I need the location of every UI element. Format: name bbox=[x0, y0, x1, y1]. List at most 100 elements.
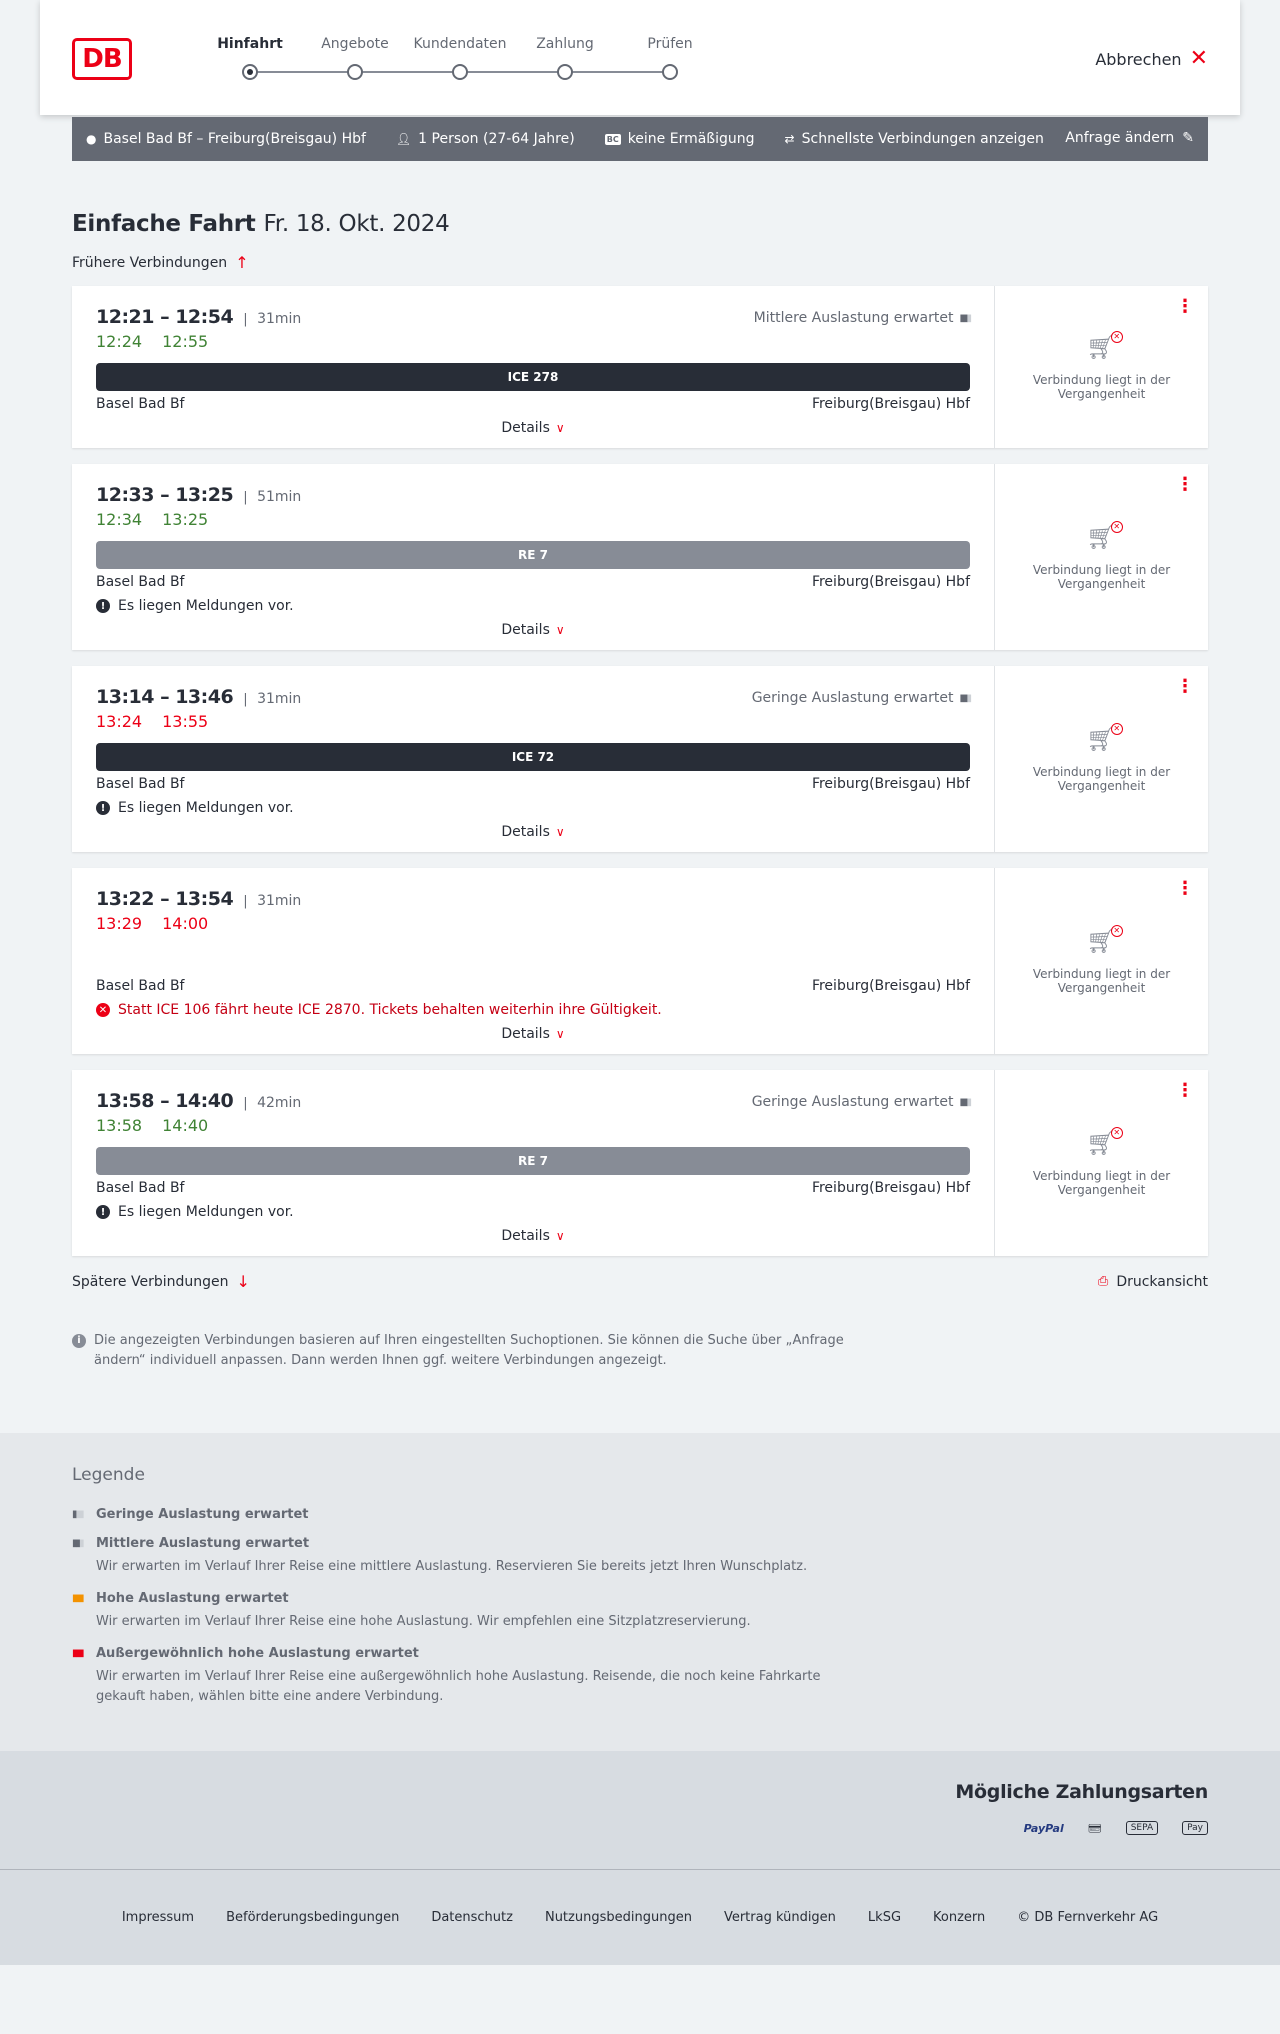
earlier-connections-label: Frühere Verbindungen bbox=[72, 254, 228, 271]
planned-time-range: 12:33 – 13:25 bbox=[96, 484, 234, 506]
more-options-icon[interactable]: ⋮ bbox=[1176, 476, 1194, 494]
occupancy-icon: ▮▮▮ bbox=[959, 692, 971, 704]
footer-links: Impressum Beförderungsbedingungen Datensch… bbox=[0, 1869, 1280, 1965]
realtime-departure: 13:58 bbox=[96, 1116, 143, 1135]
realtime-times: 13:29 14:00 bbox=[96, 914, 970, 933]
more-options-icon[interactable]: ⋮ bbox=[1176, 880, 1194, 898]
payment-methods-title: Mögliche Zahlungsarten bbox=[955, 1781, 1208, 1803]
legend-description: Wir erwarten im Verlauf Ihrer Reise eine… bbox=[96, 1559, 808, 1574]
footer-link[interactable]: Beförderungsbedingungen bbox=[226, 1910, 399, 1925]
print-view-link[interactable]: ⎙ Druckansicht bbox=[1098, 1274, 1208, 1290]
earlier-connections-link[interactable]: Frühere Verbindungen ↑ bbox=[72, 253, 1208, 272]
location-pin-icon: ● bbox=[86, 132, 97, 146]
cross-icon: ✕ bbox=[1110, 925, 1123, 937]
duration: 31min bbox=[257, 893, 302, 909]
footer-link[interactable]: Konzern bbox=[933, 1910, 985, 1925]
swap-arrows-icon: ⇄ bbox=[784, 132, 795, 146]
legend-label: Geringe Auslastung erwartet bbox=[96, 1507, 309, 1522]
details-label: Details bbox=[501, 824, 550, 840]
planned-time-range: 12:21 – 12:54 bbox=[96, 306, 234, 328]
stations: Basel Bad Bf Freiburg(Breisgau) Hbf bbox=[96, 776, 970, 792]
stations: Basel Bad Bf Freiburg(Breisgau) Hbf bbox=[96, 978, 970, 994]
edit-request-button[interactable]: Anfrage ändern ✎ bbox=[1065, 130, 1194, 146]
connection-list: 12:21 – 12:54 | 31min 12:24 12:55 Mittle… bbox=[72, 286, 1208, 1256]
db-logo[interactable]: DB bbox=[72, 38, 132, 80]
footer-link[interactable]: Nutzungsbedingungen bbox=[545, 1910, 692, 1925]
booking-status-panel: ⋮ 🛒︎ ✕ Verbindung liegt in der Vergangenh… bbox=[994, 286, 1208, 448]
realtime-departure: 13:29 bbox=[96, 914, 143, 933]
cart-unavailable-icon: 🛒︎ ✕ bbox=[1086, 1127, 1123, 1157]
realtime-times: 13:24 13:55 bbox=[96, 712, 970, 731]
trip-type: Einfache Fahrt bbox=[72, 211, 256, 237]
arrival-station: Freiburg(Breisgau) Hbf bbox=[811, 396, 970, 412]
connection-card[interactable]: 13:14 – 13:46 | 31min 13:24 13:55 Gering… bbox=[72, 666, 1208, 852]
search-info-text: Die angezeigten Verbindungen basieren au… bbox=[94, 1333, 844, 1368]
connection-info: 13:58 – 14:40 | 42min 13:58 14:40 Gering… bbox=[72, 1070, 994, 1256]
route-text: Basel Bad Bf – Freiburg(Breisgau) Hbf bbox=[103, 131, 366, 147]
paypal-icon: PayPal bbox=[1023, 1821, 1064, 1835]
more-options-icon[interactable]: ⋮ bbox=[1176, 1082, 1194, 1100]
connection-card[interactable]: 12:33 – 13:25 | 51min 12:34 13:25 RE 7 B… bbox=[72, 464, 1208, 650]
booking-status-panel: ⋮ 🛒︎ ✕ Verbindung liegt in der Vergangenh… bbox=[994, 464, 1208, 650]
booking-status-panel: ⋮ 🛒︎ ✕ Verbindung liegt in der Vergangenh… bbox=[994, 666, 1208, 852]
footer-link: © DB Fernverkehr AG bbox=[1017, 1910, 1159, 1925]
legend-item-medium: ▮▮▮ Mittlere Auslastung erwartet Wir erwa… bbox=[72, 1536, 1208, 1577]
sepa-icon: SEPA bbox=[1125, 1821, 1159, 1835]
details-toggle[interactable]: Details ∨ bbox=[96, 824, 970, 840]
booking-status-text: Verbindung liegt in der Vergangenheit bbox=[1032, 1169, 1171, 1197]
realtime-times: 13:58 14:40 bbox=[96, 1116, 970, 1135]
planned-time-range: 13:14 – 13:46 bbox=[96, 686, 234, 708]
planned-times: 13:22 – 13:54 | 31min bbox=[96, 888, 970, 910]
details-toggle[interactable]: Details ∨ bbox=[96, 1228, 970, 1244]
divider: | bbox=[243, 490, 248, 505]
footer-link[interactable]: LkSG bbox=[868, 1910, 901, 1925]
later-connections-link[interactable]: Spätere Verbindungen ↓ bbox=[72, 1272, 250, 1291]
more-options-icon[interactable]: ⋮ bbox=[1176, 678, 1194, 696]
step-hinfahrt: Hinfahrt bbox=[190, 36, 310, 80]
booking-status-panel: ⋮ 🛒︎ ✕ Verbindung liegt in der Vergangenh… bbox=[994, 868, 1208, 1054]
legend-description: Wir erwarten im Verlauf Ihrer Reise eine… bbox=[96, 1669, 821, 1704]
duration: 51min bbox=[257, 489, 302, 505]
printer-icon: ⎙ bbox=[1097, 1274, 1109, 1289]
occupancy-label: Geringe Auslastung erwartet bbox=[751, 690, 954, 706]
person-icon: 👤︎ bbox=[395, 132, 412, 146]
booking-progress-steps: Hinfahrt Angebote Kundendaten Zahlung Pr… bbox=[210, 36, 710, 86]
cancel-button[interactable]: Abbrechen ✕ bbox=[1095, 48, 1208, 70]
apple-pay-label: Pay bbox=[1187, 1823, 1203, 1833]
footer-link[interactable]: Vertrag kündigen bbox=[724, 1910, 836, 1925]
footer-link[interactable]: Impressum bbox=[122, 1910, 194, 1925]
chevron-down-icon: ∨ bbox=[555, 825, 565, 839]
low-occupancy-icon: ▮▮▮ bbox=[72, 1509, 85, 1520]
connection-card[interactable]: 13:58 – 14:40 | 42min 13:58 14:40 Gering… bbox=[72, 1070, 1208, 1256]
alert-icon: ! bbox=[96, 599, 110, 613]
cancel-label: Abbrechen bbox=[1095, 49, 1182, 69]
notice-text: Statt ICE 106 fährt heute ICE 2870. Tick… bbox=[118, 1002, 662, 1018]
connection-card[interactable]: 13:22 – 13:54 | 31min 13:29 14:00 Basel … bbox=[72, 868, 1208, 1054]
realtime-arrival: 14:00 bbox=[162, 914, 209, 933]
planned-time-range: 13:58 – 14:40 bbox=[96, 1090, 234, 1112]
later-connections-label: Spätere Verbindungen bbox=[72, 1273, 229, 1290]
details-toggle[interactable]: Details ∨ bbox=[96, 420, 970, 436]
details-toggle[interactable]: Details ∨ bbox=[96, 1026, 970, 1042]
medium-occupancy-icon: ▮▮▮ bbox=[72, 1538, 84, 1549]
cross-icon: ✕ bbox=[1110, 521, 1123, 533]
realtime-arrival: 12:55 bbox=[162, 332, 209, 351]
realtime-times: 12:34 13:25 bbox=[96, 510, 970, 529]
realtime-times: 12:24 12:55 bbox=[96, 332, 970, 351]
booking-status-panel: ⋮ 🛒︎ ✕ Verbindung liegt in der Vergangenh… bbox=[994, 1070, 1208, 1256]
train-bar: RE 7 bbox=[96, 1147, 970, 1175]
connection-card[interactable]: 12:21 – 12:54 | 31min 12:24 12:55 Mittle… bbox=[72, 286, 1208, 448]
notice-text: Es liegen Meldungen vor. bbox=[118, 1204, 294, 1220]
arrival-station: Freiburg(Breisgau) Hbf bbox=[811, 574, 970, 590]
more-options-icon[interactable]: ⋮ bbox=[1176, 298, 1194, 316]
step-dot bbox=[347, 64, 363, 80]
print-view-label: Druckansicht bbox=[1116, 1273, 1208, 1290]
details-toggle[interactable]: Details ∨ bbox=[96, 622, 970, 638]
chevron-down-icon: ∨ bbox=[555, 623, 565, 637]
planned-time-range: 13:22 – 13:54 bbox=[96, 888, 234, 910]
duration: 31min bbox=[257, 691, 302, 707]
footer-link[interactable]: Datenschutz bbox=[431, 1910, 513, 1925]
occupancy-indicator: Geringe Auslastung erwartet ▮▮▮ bbox=[751, 690, 972, 706]
departure-station: Basel Bad Bf bbox=[96, 574, 185, 590]
payment-methods-section: Mögliche Zahlungsarten PayPal 💳︎ SEPA Pa… bbox=[0, 1751, 1280, 1869]
